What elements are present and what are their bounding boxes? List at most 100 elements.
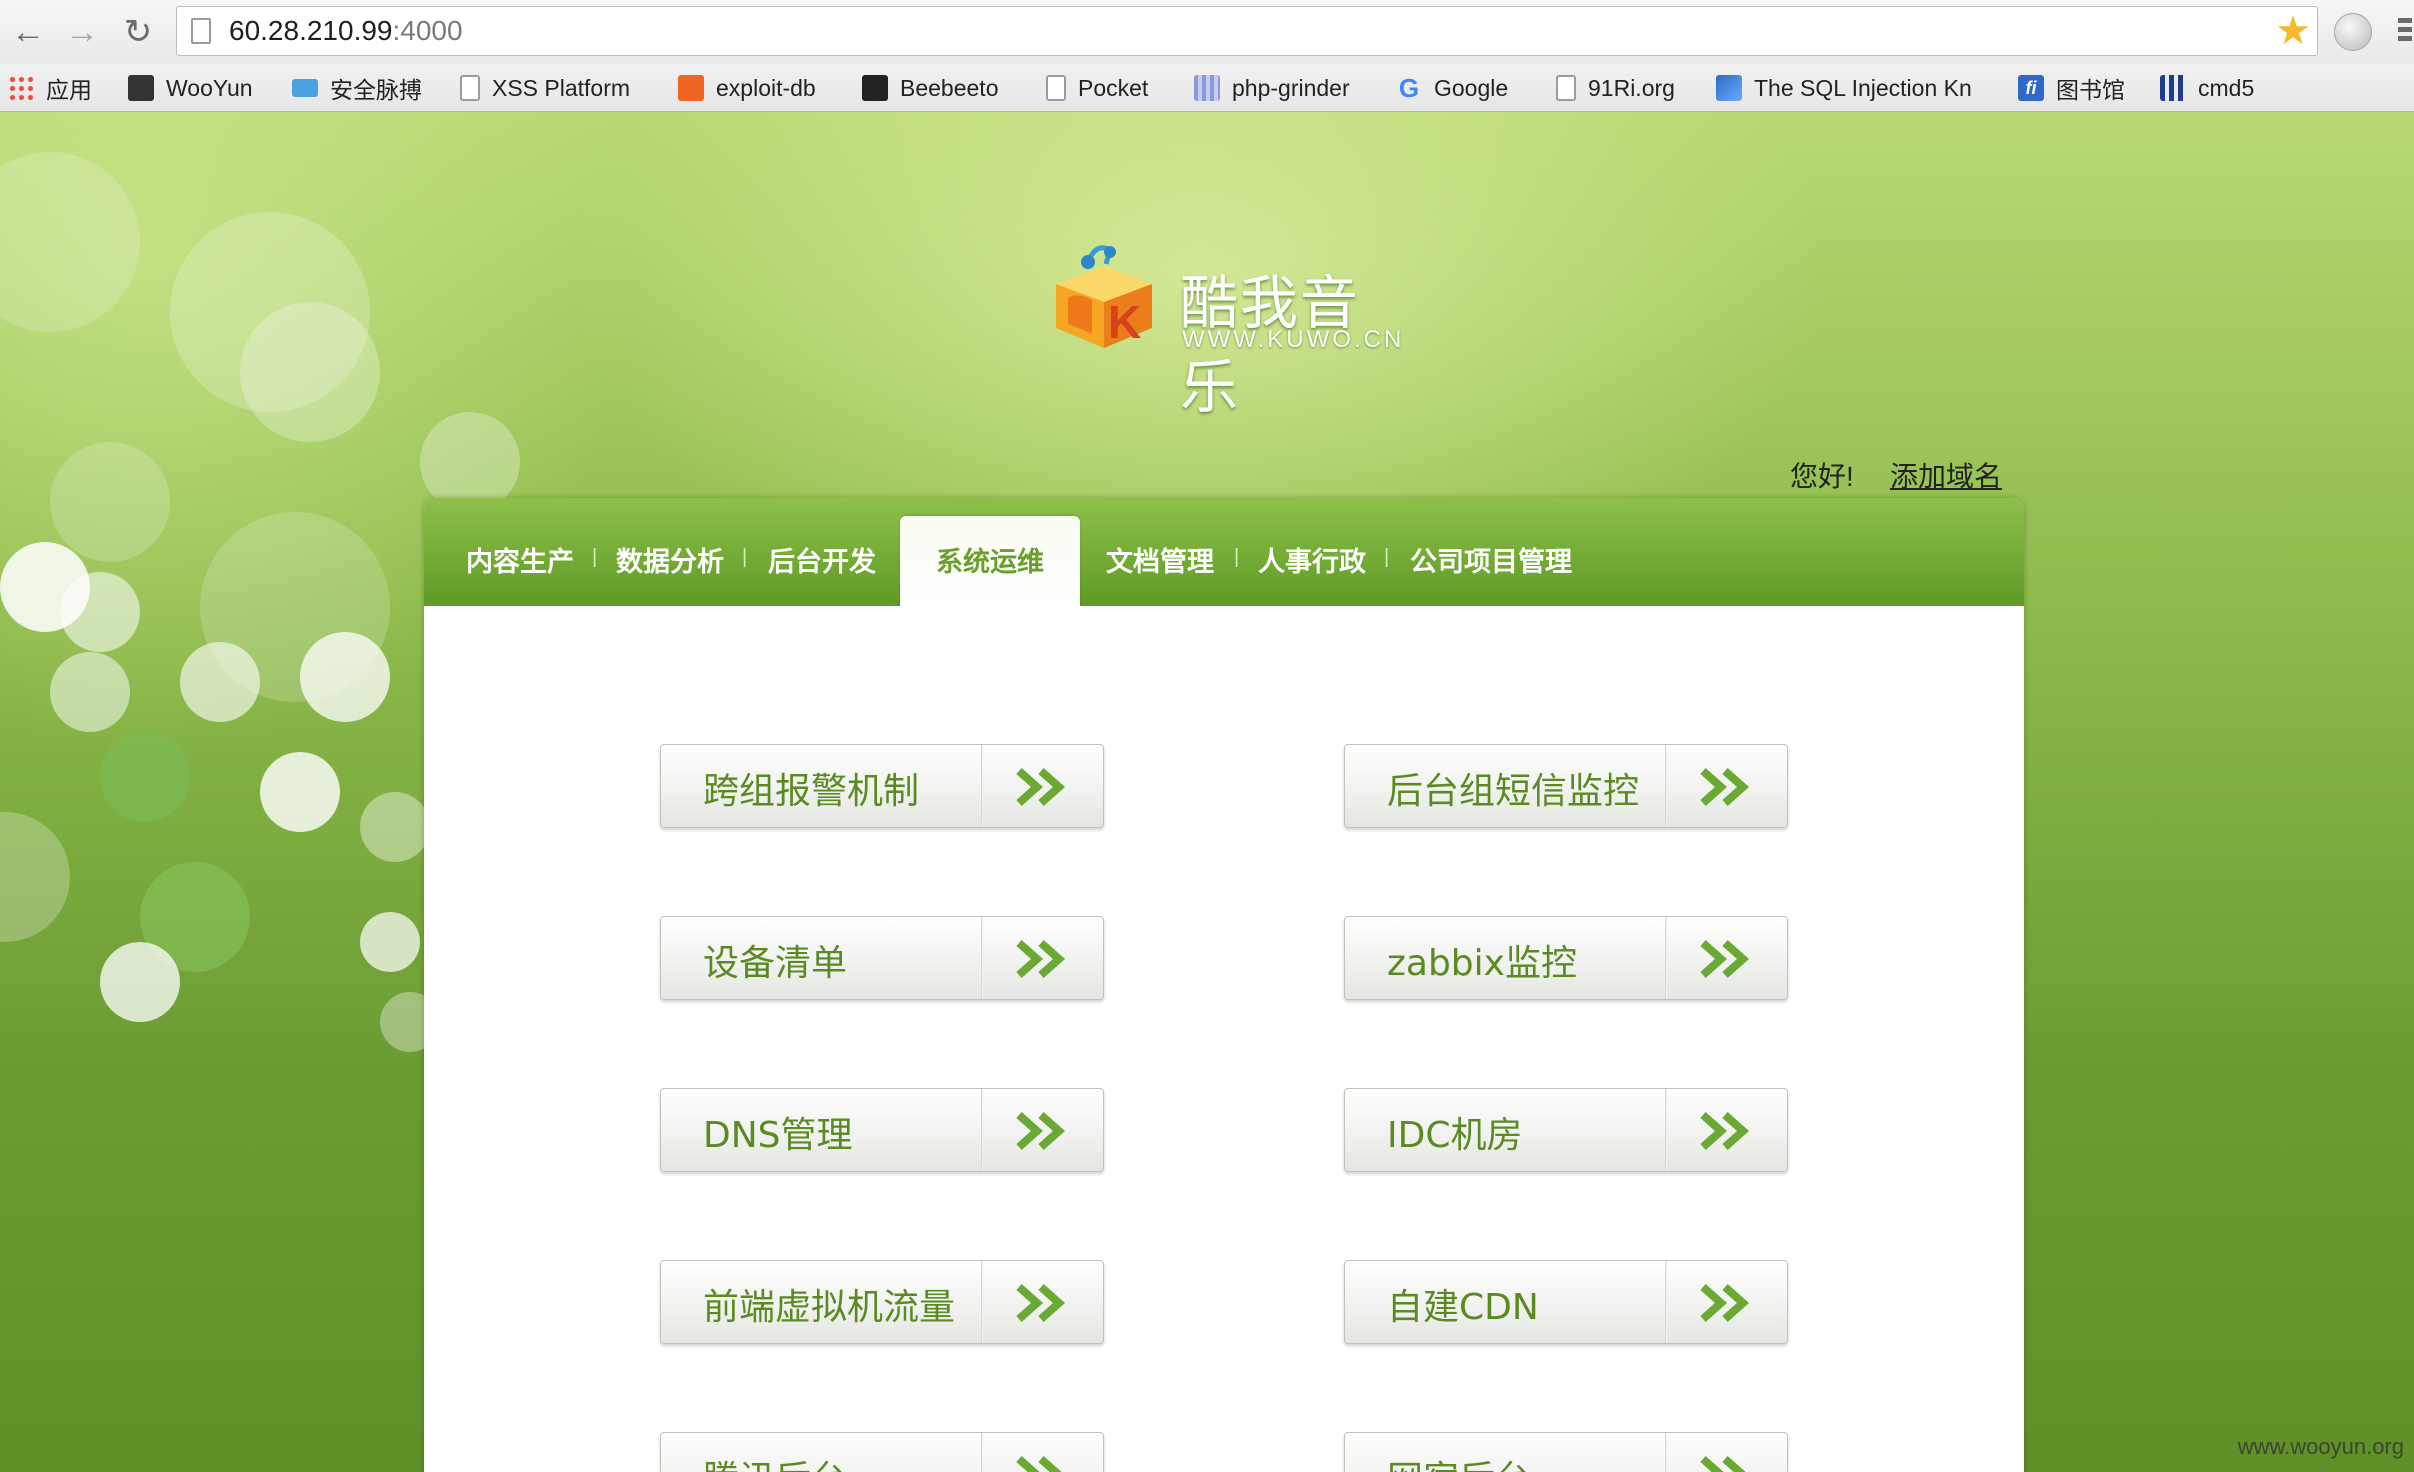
- button-divider: [1665, 1261, 1667, 1343]
- wangsu-backend-button[interactable]: 网宿后台: [1344, 1432, 1788, 1472]
- self-built-cdn-button[interactable]: 自建CDN: [1344, 1260, 1788, 1344]
- bookmark-cmd5[interactable]: cmd5: [2160, 64, 2254, 112]
- logo-subtitle: WWW.KUWO.CN: [1182, 326, 1405, 353]
- beebeeto-icon: [862, 75, 888, 101]
- bokeh-light: [0, 812, 70, 942]
- bookmark-label: php-grinder: [1232, 74, 1350, 101]
- bokeh-light: [60, 572, 140, 652]
- bokeh-light: [50, 652, 130, 732]
- bookmarks-bar: 应用 WooYun 安全脉搏 XSS Platform exploit-db B…: [0, 64, 2414, 112]
- menu-separator: |: [1384, 546, 1390, 568]
- dns-management-button[interactable]: DNS管理: [660, 1088, 1104, 1172]
- wooyun-icon: [128, 75, 154, 101]
- tab-document-management[interactable]: 文档管理: [1106, 540, 1214, 579]
- bookmark-label: 应用: [46, 77, 92, 103]
- bookmark-xss-platform[interactable]: XSS Platform: [460, 64, 630, 112]
- kuwo-logo[interactable]: K 酷我音乐 WWW.KUWO.CN: [1048, 222, 1401, 421]
- double-chevron-right-icon: [1700, 1112, 1750, 1150]
- forward-arrow-icon[interactable]: →: [62, 12, 102, 52]
- bokeh-light: [140, 862, 250, 972]
- bookmark-library[interactable]: fi 图书馆: [2018, 64, 2125, 112]
- extension-globe-icon[interactable]: [2334, 13, 2372, 51]
- bookmark-label: XSS Platform: [492, 74, 631, 101]
- tab-company-projects[interactable]: 公司项目管理: [1410, 540, 1572, 579]
- bookmark-label: 图书馆: [2056, 77, 2125, 103]
- zabbix-monitor-button[interactable]: zabbix监控: [1344, 916, 1788, 1000]
- tab-system-ops[interactable]: 系统运维: [900, 516, 1080, 608]
- button-label: zabbix监控: [1387, 943, 1577, 984]
- tab-hr-admin[interactable]: 人事行政: [1258, 540, 1366, 579]
- page-viewport: K 酷我音乐 WWW.KUWO.CN 您好! 添加域名 内容生产 | 数据分析 …: [0, 112, 2414, 1472]
- bokeh-light: [240, 302, 380, 442]
- bookmark-label: 安全脉搏: [330, 77, 422, 103]
- hamburger-menu-icon[interactable]: [2396, 14, 2414, 50]
- bookmark-star-icon[interactable]: ★: [2275, 9, 2311, 53]
- bokeh-light: [360, 912, 420, 972]
- double-chevron-right-icon: [1016, 1112, 1066, 1150]
- idc-room-button[interactable]: IDC机房: [1344, 1088, 1788, 1172]
- device-list-button[interactable]: 设备清单: [660, 916, 1104, 1000]
- double-chevron-right-icon: [1016, 1456, 1062, 1472]
- bokeh-light: [360, 792, 430, 862]
- bokeh-light: [0, 152, 140, 332]
- google-icon: G: [1398, 73, 1420, 103]
- double-chevron-right-icon: [1016, 768, 1066, 806]
- ops-content: 跨组报警机制 设备清单 DNS管理 前端虚拟机流量 腾讯后台: [424, 606, 2024, 1472]
- add-domain-link[interactable]: 添加域名: [1890, 455, 2002, 495]
- button-divider: [981, 1261, 983, 1343]
- bookmark-anquanmaibo[interactable]: 安全脉搏: [292, 64, 422, 112]
- bokeh-light: [180, 642, 260, 722]
- cloud-icon: [292, 79, 318, 97]
- bokeh-light: [100, 732, 190, 822]
- double-chevron-right-icon: [1700, 1456, 1746, 1472]
- bokeh-light: [100, 942, 180, 1022]
- bookmark-exploit-db[interactable]: exploit-db: [678, 64, 816, 112]
- bookmark-google[interactable]: G Google: [1396, 64, 1508, 112]
- button-label: 跨组报警机制: [703, 771, 920, 812]
- double-chevron-right-icon: [1700, 940, 1750, 978]
- tab-content-production[interactable]: 内容生产: [466, 540, 574, 579]
- bookmark-apps[interactable]: 应用: [8, 64, 92, 112]
- bookmark-label: Pocket: [1078, 74, 1149, 101]
- cross-team-alert-button[interactable]: 跨组报警机制: [660, 744, 1104, 828]
- sql-icon: [1716, 75, 1742, 101]
- frontend-vm-traffic-button[interactable]: 前端虚拟机流量: [660, 1260, 1104, 1344]
- button-divider: [981, 917, 983, 999]
- double-chevron-right-icon: [1016, 940, 1066, 978]
- page-icon: [191, 18, 211, 44]
- button-label: 前端虚拟机流量: [703, 1287, 956, 1328]
- backend-sms-monitor-button[interactable]: 后台组短信监控: [1344, 744, 1788, 828]
- url-port: :4000: [392, 15, 463, 46]
- tencent-backend-button[interactable]: 腾讯后台: [660, 1432, 1104, 1472]
- page-icon: [460, 75, 480, 101]
- address-bar[interactable]: 60.28.210.99:4000 ★: [176, 6, 2318, 56]
- bookmark-php-grinder[interactable]: php-grinder: [1194, 64, 1350, 112]
- bookmark-91ri[interactable]: 91Ri.org: [1556, 64, 1675, 112]
- page-icon: [1046, 75, 1066, 101]
- bookmark-label: Google: [1434, 74, 1509, 101]
- menu-separator: |: [592, 546, 598, 568]
- menu-separator: |: [742, 546, 748, 568]
- bokeh-light: [260, 752, 340, 832]
- button-label: 自建CDN: [1387, 1287, 1539, 1328]
- reload-icon[interactable]: ↻: [118, 12, 158, 52]
- tab-backend-dev[interactable]: 后台开发: [768, 540, 876, 579]
- bokeh-light: [420, 412, 520, 512]
- button-divider: [1665, 745, 1667, 827]
- button-label: 设备清单: [703, 943, 848, 984]
- bookmark-beebeeto[interactable]: Beebeeto: [862, 64, 998, 112]
- page-icon: [1556, 75, 1576, 101]
- tab-data-analysis[interactable]: 数据分析: [616, 540, 724, 579]
- bookmark-wooyun[interactable]: WooYun: [128, 64, 253, 112]
- greeting-text: 您好!: [1790, 461, 1854, 492]
- back-arrow-icon[interactable]: ←: [8, 12, 48, 52]
- main-nav: 内容生产 | 数据分析 | 后台开发 系统运维 文档管理 | 人事行政 | 公司…: [424, 498, 2024, 608]
- bookmark-sql-injection[interactable]: The SQL Injection Kn: [1716, 64, 1972, 112]
- bookmark-pocket[interactable]: Pocket: [1046, 64, 1148, 112]
- button-label: 腾讯后台: [703, 1450, 847, 1472]
- button-divider: [1665, 917, 1667, 999]
- url-text[interactable]: 60.28.210.99:4000: [229, 15, 463, 47]
- grid-icon: [1194, 75, 1220, 101]
- double-chevron-right-icon: [1700, 768, 1750, 806]
- double-chevron-right-icon: [1700, 1284, 1750, 1322]
